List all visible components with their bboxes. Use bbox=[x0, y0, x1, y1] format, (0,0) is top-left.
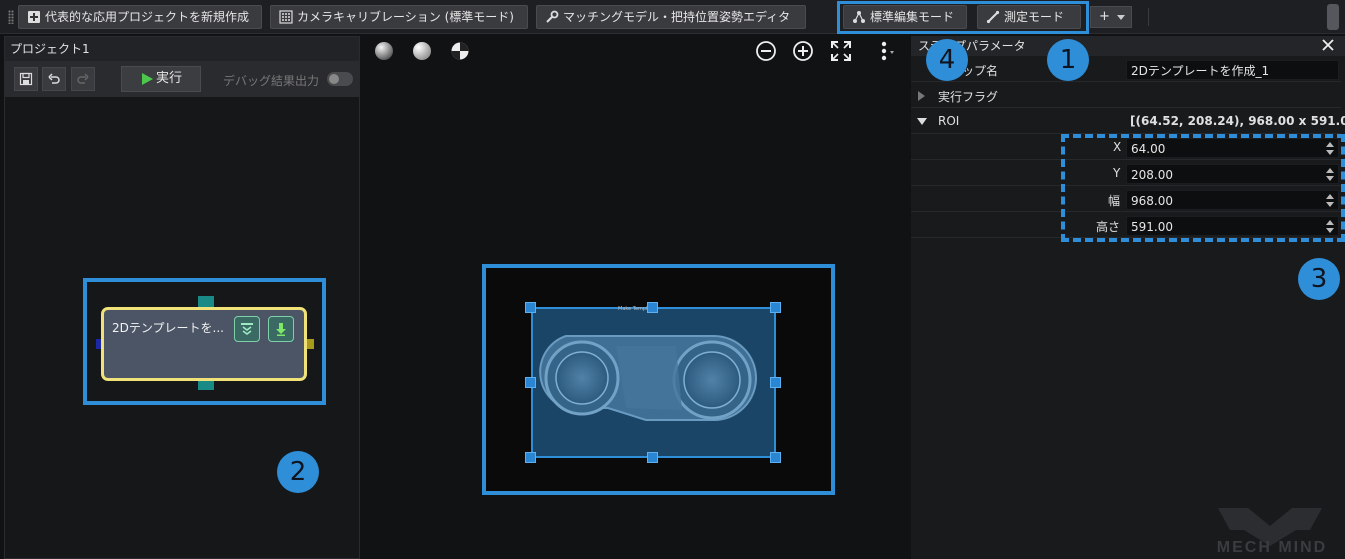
step-node-title: 2Dテンプレートを... bbox=[112, 321, 224, 335]
node-output-port-bottom[interactable] bbox=[198, 381, 214, 390]
step-parameters-panel: ステップパラメータ ステップ名 2Dテンプレートを作成_1 実行フラグ ROI … bbox=[911, 36, 1345, 559]
image-highlight-box bbox=[482, 264, 835, 495]
callout-badge-1: 1 bbox=[1047, 39, 1089, 81]
undo-icon bbox=[48, 73, 60, 84]
main-toolbar: 代表的な応用プロジェクトを新規作成 カメラキャリブレーション (標準モード) マ… bbox=[0, 0, 1345, 34]
run-button[interactable]: 実行 bbox=[121, 66, 201, 92]
render-mode-shaded-icon[interactable] bbox=[375, 42, 393, 60]
render-mode-light-icon[interactable] bbox=[413, 42, 431, 60]
step-name-row: ステップ名 2Dテンプレートを作成_1 bbox=[911, 58, 1341, 82]
camera-calibration-button[interactable]: カメラキャリブレーション (標準モード) bbox=[270, 5, 528, 29]
redo-icon bbox=[77, 73, 89, 84]
matching-model-editor-button[interactable]: マッチングモデル・把持位置姿勢エディタ bbox=[536, 5, 806, 29]
collapse-arrow-icon[interactable] bbox=[917, 118, 927, 125]
step-node-2d-template[interactable]: 2Dテンプレートを... bbox=[101, 307, 307, 381]
callout-badge-3: 3 bbox=[1298, 258, 1340, 300]
exec-flag-row[interactable]: 実行フラグ bbox=[911, 84, 1341, 108]
zoom-in-icon bbox=[793, 41, 813, 61]
callout-badge-4: 4 bbox=[926, 39, 968, 81]
roi-params-highlight-box bbox=[1061, 134, 1345, 242]
play-icon bbox=[142, 73, 153, 85]
redo-button[interactable] bbox=[71, 67, 95, 91]
add-mode-label: + bbox=[1099, 9, 1110, 24]
step-name-input[interactable]: 2Dテンプレートを作成_1 bbox=[1126, 60, 1339, 80]
mode-highlight-box bbox=[837, 1, 1089, 34]
roi-row[interactable]: ROI [(64.52, 208.24), 968.00 x 591.00] bbox=[911, 110, 1345, 134]
toolbar-scrollbar[interactable] bbox=[1327, 4, 1339, 30]
expand-arrow-icon[interactable] bbox=[918, 91, 925, 101]
project-toolbar: 実行 デバッグ結果出力 bbox=[5, 61, 359, 97]
zoom-out-button[interactable] bbox=[755, 40, 777, 62]
close-icon bbox=[1322, 39, 1334, 51]
double-chevron-down-icon bbox=[241, 323, 253, 335]
add-mode-dropdown[interactable]: + bbox=[1090, 6, 1132, 28]
wrench-icon bbox=[545, 10, 559, 24]
callout-badge-2: 2 bbox=[277, 451, 319, 493]
node-input-port-top[interactable] bbox=[198, 296, 214, 307]
debug-output-toggle[interactable] bbox=[327, 72, 353, 86]
node-debug-button[interactable] bbox=[268, 316, 294, 342]
matching-model-editor-label: マッチングモデル・把持位置姿勢エディタ bbox=[563, 10, 791, 24]
render-mode-contrast-icon[interactable] bbox=[451, 42, 469, 60]
undo-button[interactable] bbox=[42, 67, 66, 91]
new-project-button[interactable]: 代表的な応用プロジェクトを新規作成 bbox=[18, 5, 262, 29]
save-icon bbox=[19, 72, 33, 86]
step-parameters-title: ステップパラメータ bbox=[911, 36, 1345, 56]
mech-mind-logo: MECH MIND bbox=[1200, 500, 1345, 559]
node-collapse-button[interactable] bbox=[234, 316, 260, 342]
close-panel-button[interactable] bbox=[1321, 38, 1335, 52]
debug-output-label: デバッグ結果出力 bbox=[223, 74, 320, 88]
new-project-label: 代表的な応用プロジェクトを新規作成 bbox=[45, 10, 250, 24]
download-arrow-icon bbox=[276, 323, 286, 336]
save-button[interactable] bbox=[14, 67, 38, 91]
svg-text:MECH MIND: MECH MIND bbox=[1217, 539, 1327, 556]
run-label: 実行 bbox=[156, 71, 183, 86]
fit-screen-icon bbox=[831, 41, 851, 61]
camera-calibration-label: カメラキャリブレーション (標準モード) bbox=[297, 10, 514, 24]
roi-label: ROI bbox=[938, 114, 960, 128]
fit-view-button[interactable] bbox=[830, 40, 852, 62]
roi-summary: [(64.52, 208.24), 968.00 x 591.00] bbox=[1130, 114, 1345, 128]
calibration-board-icon bbox=[279, 10, 293, 24]
more-vertical-icon bbox=[881, 41, 894, 61]
toolbar-divider bbox=[1148, 8, 1149, 26]
zoom-in-button[interactable] bbox=[792, 40, 814, 62]
new-project-icon bbox=[27, 10, 41, 24]
more-options-button[interactable] bbox=[874, 40, 896, 62]
project-title: プロジェクト1 bbox=[5, 37, 359, 61]
zoom-out-icon bbox=[756, 41, 776, 61]
node-port-right[interactable] bbox=[306, 339, 314, 349]
chevron-down-icon bbox=[1117, 15, 1125, 20]
toolbar-grip-icon[interactable] bbox=[8, 10, 14, 24]
exec-flag-label: 実行フラグ bbox=[938, 90, 999, 104]
